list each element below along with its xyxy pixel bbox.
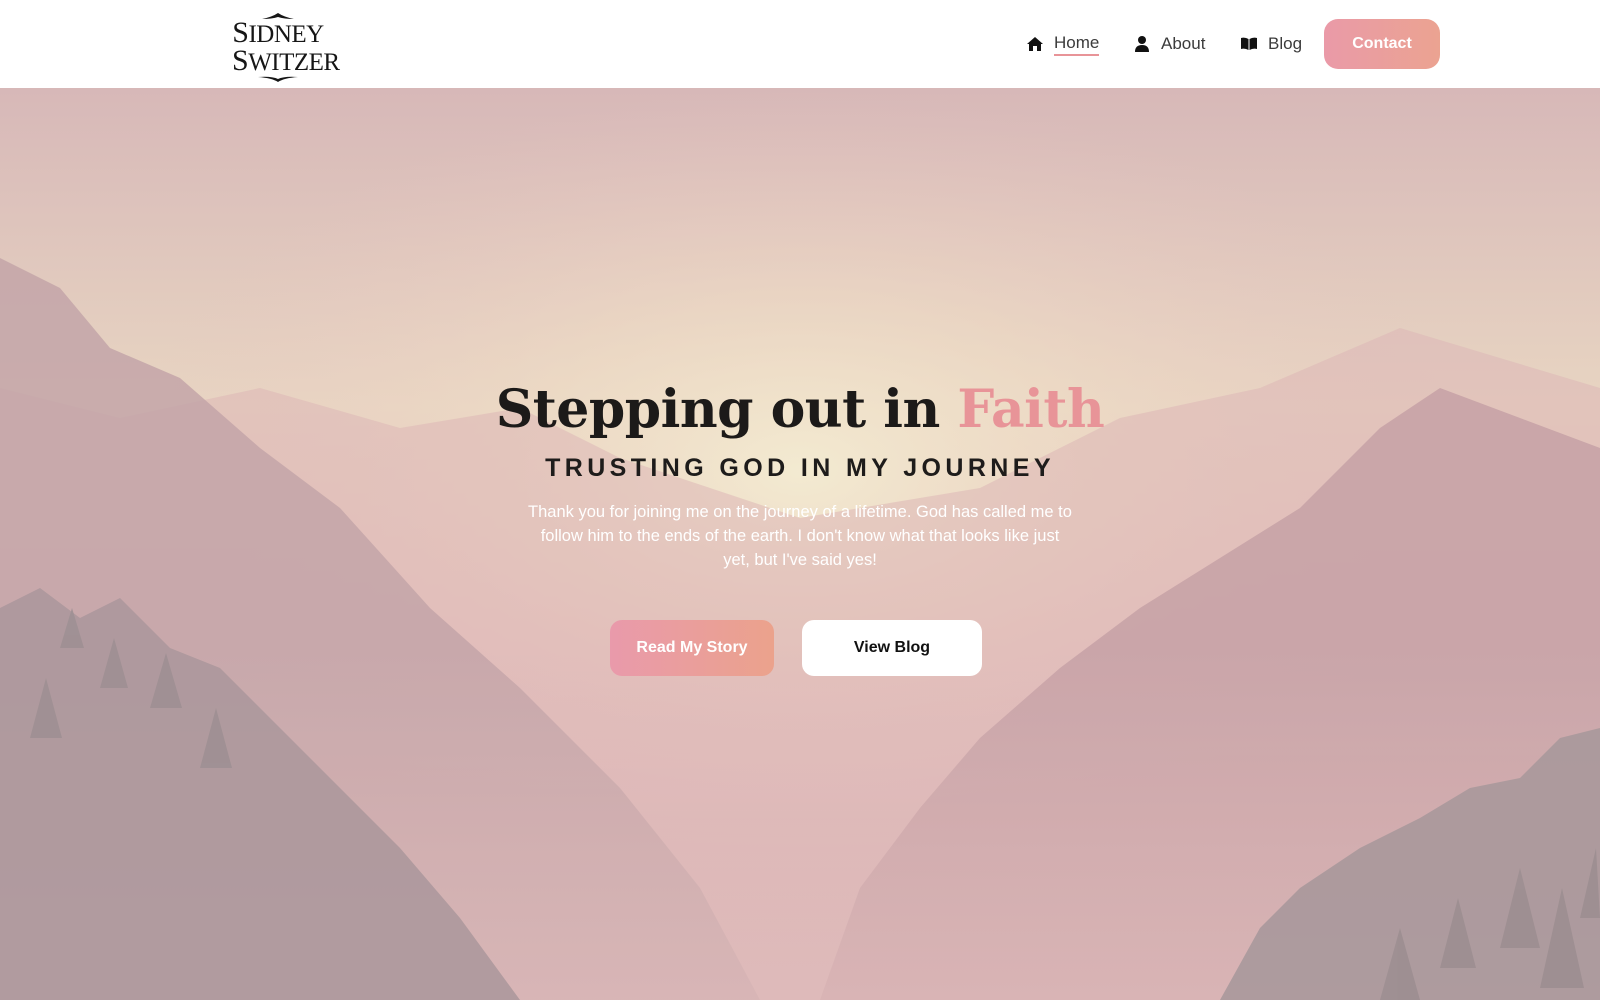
nav-blog-label: Blog [1268,34,1303,53]
hero-section: Stepping out in Faith TRUSTING GOD IN MY… [0,88,1600,1000]
view-blog-button[interactable]: View Blog [802,620,982,676]
site-logo[interactable]: SIDNEY SWITZER [232,12,340,82]
hero-title-accent: Faith [957,379,1105,440]
logo-line-second: SWITZER [232,44,340,77]
hero-title: Stepping out in Faith [0,378,1600,442]
hero-content: Stepping out in Faith TRUSTING GOD IN MY… [0,88,1600,1000]
book-icon [1241,37,1257,50]
nav-item-home[interactable]: Home [1026,30,1100,58]
nav-item-blog[interactable]: Blog [1240,30,1302,58]
logo-line-first: SIDNEY [232,16,324,49]
contact-button[interactable]: Contact [1324,19,1440,69]
nav-item-about[interactable]: About [1133,30,1205,58]
user-icon [1135,36,1149,52]
hero-subtitle: TRUSTING GOD IN MY JOURNEY [545,454,1055,482]
nav-about-label: About [1161,34,1206,53]
hero-description: Thank you for joining me on the journey … [528,503,1072,569]
read-my-story-button[interactable]: Read My Story [610,620,774,676]
hero-title-main: Stepping out in [495,379,958,440]
home-icon [1027,37,1043,51]
site-header: SIDNEY SWITZER Home About Blog Contact [0,0,1600,88]
nav-home-label: Home [1054,33,1100,56]
